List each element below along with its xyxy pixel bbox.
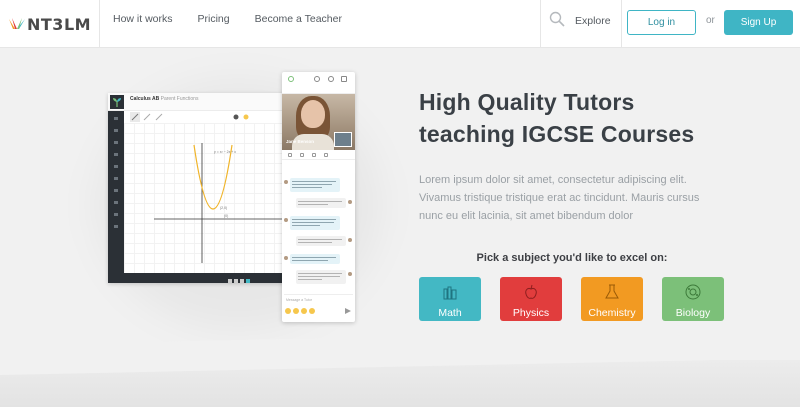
nav-how-it-works[interactable]: How it works	[113, 13, 173, 25]
subject-math-button[interactable]: Math	[419, 277, 481, 321]
subject-biology-button[interactable]: Biology	[662, 277, 724, 321]
subject-physics-button[interactable]: Physics	[500, 277, 562, 321]
whiteboard-toolbar	[130, 112, 249, 122]
logo-mark-icon	[9, 18, 25, 29]
svg-text:y = x² − 2x + c: y = x² − 2x + c	[214, 150, 236, 154]
chat-message	[290, 254, 340, 264]
nav-pricing[interactable]: Pricing	[198, 13, 230, 25]
subject-physics-label: Physics	[512, 307, 550, 319]
signup-button[interactable]: Sign Up	[724, 10, 793, 35]
chat-message	[290, 216, 340, 230]
subject-chemistry-button[interactable]: Chemistry	[581, 277, 643, 321]
whiteboard-logo	[110, 95, 124, 109]
cell-icon	[685, 284, 701, 300]
video-controls	[282, 150, 355, 160]
svg-text:(2,0): (2,0)	[220, 206, 227, 210]
send-icon[interactable]	[345, 308, 351, 314]
apple-icon	[525, 284, 537, 299]
message-input[interactable]: Message a Tutor	[284, 294, 353, 304]
headline-line-1: High Quality Tutors	[419, 89, 635, 115]
headline-line-2: teaching IGCSE Courses	[419, 121, 695, 147]
search-icon[interactable]	[549, 11, 565, 27]
explore-link[interactable]: Explore	[575, 15, 611, 27]
parabola-graph: y = x² − 2x + c (2,0) (0)	[154, 143, 284, 263]
chat-panel-mockup: Jane Benson Message a Tutor	[282, 72, 355, 322]
whiteboard-canvas[interactable]: y = x² − 2x + c (2,0) (0)	[124, 123, 290, 273]
tutor-name: Jane Benson	[286, 139, 315, 144]
nav-become-teacher[interactable]: Become a Teacher	[255, 13, 342, 25]
svg-text:(0): (0)	[224, 214, 228, 218]
whiteboard-mockup: Calculus AB Parent Functions y = x² − 2x…	[108, 93, 290, 283]
hero-description: Lorem ipsum dolor sit amet, consectetur …	[419, 174, 700, 222]
emoji-bar	[285, 308, 351, 316]
whiteboard-tool-sidebar	[108, 111, 124, 283]
subject-chemistry-label: Chemistry	[588, 307, 636, 319]
search-area: Explore	[540, 0, 622, 48]
subject-prompt: Pick a subject you'd like to excel on:	[476, 252, 668, 264]
login-button[interactable]: Log in	[627, 10, 696, 35]
flask-icon	[605, 284, 619, 299]
chat-message	[296, 236, 346, 246]
logo-text: NT3LM	[27, 14, 92, 34]
header-actions: Explore Log in or Sign Up	[540, 0, 800, 48]
whiteboard-titlebar: Calculus AB Parent Functions	[108, 93, 290, 111]
whiteboard-page-bar	[124, 273, 290, 283]
whiteboard-title: Calculus AB Parent Functions	[130, 96, 199, 102]
hero-headline: High Quality Tutors teaching IGCSE Cours…	[419, 86, 779, 150]
main-nav: How it works Pricing Become a Teacher	[113, 0, 367, 38]
chat-message	[290, 178, 340, 192]
or-separator: or	[706, 15, 715, 26]
chat-message	[296, 198, 346, 208]
subject-math-label: Math	[438, 307, 462, 319]
books-icon	[443, 286, 457, 300]
student-video-thumbnail	[334, 132, 352, 147]
sprout-icon	[113, 98, 121, 107]
top-header: NT3LM How it works Pricing Become a Teac…	[0, 0, 800, 48]
chat-message	[296, 270, 346, 284]
chat-tabs	[282, 72, 355, 94]
site-logo[interactable]: NT3LM	[0, 0, 100, 48]
subject-biology-label: Biology	[675, 307, 711, 319]
